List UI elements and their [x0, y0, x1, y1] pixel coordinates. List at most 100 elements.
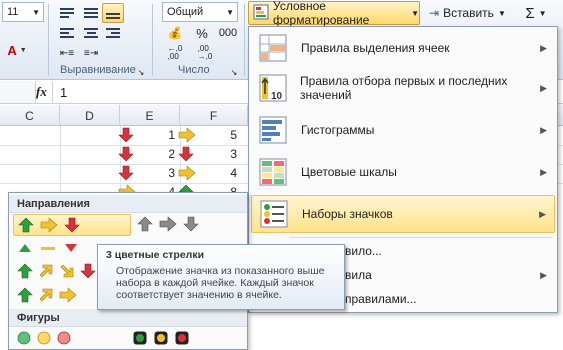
menu-item-label: Гистограммы	[301, 123, 375, 137]
increase-decimal-icon: ←,0,00	[167, 44, 183, 61]
menu-item-label: Правила отбора первых и последних значен…	[300, 74, 508, 102]
align-top-icon	[60, 8, 74, 18]
chevron-right-icon: ▶	[539, 208, 546, 219]
formula-input[interactable]: 1	[60, 85, 67, 100]
section-header-directions: Направления	[9, 195, 247, 213]
number-group-label: Число	[178, 64, 210, 76]
traffic-light-green-icon	[133, 331, 147, 348]
increase-indent-button[interactable]: ≡⇥	[80, 44, 102, 62]
align-middle-icon	[84, 8, 98, 18]
arrow-down-red-icon	[118, 127, 134, 146]
top-bottom-rules-icon: 10	[255, 70, 290, 106]
insert-button[interactable]: ⇥ Вставить ▼	[428, 3, 506, 23]
font-size-select[interactable]: 11 ▼	[2, 2, 44, 22]
menu-item-top-bottom-rules[interactable]: 10 Правила отбора первых и последних зна…	[251, 69, 555, 107]
chevron-right-icon: ▶	[540, 269, 547, 280]
arrow-up-green-icon	[18, 217, 34, 236]
increase-indent-icon: ≡⇥	[83, 47, 99, 59]
menu-item-icon-sets[interactable]: Наборы значков ▶	[251, 195, 555, 233]
arrow-up-right-yellow-icon	[38, 263, 54, 282]
icon-set-3-traffic-lights[interactable]	[13, 329, 93, 349]
icon-set-3-gray-arrows[interactable]	[133, 214, 203, 236]
alignment-dialog-launcher[interactable]: ↘	[135, 66, 147, 78]
column-header-d[interactable]: D	[60, 105, 120, 126]
circle-green-icon	[17, 331, 31, 348]
arrow-right-yellow-icon	[40, 217, 58, 236]
insert-label: Вставить	[443, 6, 494, 20]
currency-format-button[interactable]: 💰	[162, 24, 188, 42]
number-dialog-launcher[interactable]: ↘	[228, 66, 240, 78]
traffic-light-red-icon	[175, 331, 189, 348]
arrow-right-yellow-icon	[178, 165, 196, 184]
decrease-decimal-icon: ,00 →,0	[197, 44, 213, 61]
arrow-right-gray-icon	[159, 216, 177, 235]
triangle-up-green-icon	[17, 240, 33, 259]
tooltip-title: 3 цветные стрелки	[106, 249, 205, 261]
align-right-button[interactable]	[102, 24, 124, 42]
autosum-button[interactable]: Σ ▼	[518, 3, 554, 23]
decrease-decimal-button[interactable]: ,00 →,0	[192, 44, 218, 62]
align-right-icon	[106, 28, 120, 38]
tooltip-body: Отображение значка из показанного выше н…	[116, 265, 325, 301]
cell-e-value[interactable]: 3	[153, 166, 175, 180]
traffic-light-yellow-icon	[154, 331, 168, 348]
align-middle-button[interactable]	[80, 3, 102, 23]
cell-f-value[interactable]: 4	[215, 166, 237, 180]
color-scales-icon	[255, 154, 291, 190]
menu-item-label: Правила выделения ячеек	[301, 41, 450, 55]
menu-item-color-scales[interactable]: Цветовые шкалы ▶	[251, 153, 555, 191]
arrow-up-green-icon	[17, 287, 33, 306]
arrow-right-yellow-icon	[59, 287, 77, 306]
menu-item-label: Наборы значков	[302, 207, 393, 221]
highlight-cells-icon	[255, 30, 291, 66]
chevron-right-icon: ▶	[540, 82, 547, 93]
conditional-formatting-label: Условное форматирование	[273, 0, 370, 27]
cell-e-value[interactable]: 2	[153, 147, 175, 161]
triangle-down-red-icon	[63, 240, 79, 259]
cell-e-value[interactable]: 1	[153, 128, 175, 142]
align-bottom-button[interactable]	[102, 3, 124, 23]
column-header-f[interactable]: F	[180, 105, 248, 126]
align-left-button[interactable]	[56, 24, 78, 42]
conditional-formatting-icon	[253, 4, 269, 23]
align-bottom-icon	[106, 13, 120, 19]
percent-icon: %	[196, 25, 208, 41]
icon-set-3-traffic-lights-rimmed[interactable]	[129, 329, 209, 349]
circle-yellow-icon	[37, 331, 51, 348]
menu-item-data-bars[interactable]: Гистограммы ▶	[251, 111, 555, 149]
column-header-c[interactable]: C	[0, 105, 60, 126]
column-header-e[interactable]: E	[120, 105, 180, 126]
align-center-button[interactable]	[80, 24, 102, 42]
menu-item-highlight-cells-rules[interactable]: Правила выделения ячеек ▶	[251, 29, 555, 67]
comma-style-label: 000	[218, 27, 238, 39]
font-color-button[interactable]: A ▼	[2, 38, 32, 62]
menu-item-label: вило...	[345, 244, 382, 258]
conditional-formatting-button[interactable]: Условное форматирование ▼	[248, 0, 420, 27]
percent-button[interactable]: %	[192, 24, 212, 42]
circle-red-icon	[57, 331, 71, 348]
thousands-separator-button[interactable]: 000	[214, 24, 242, 42]
arrow-down-gray-icon	[183, 216, 199, 235]
align-top-button[interactable]	[56, 3, 78, 23]
chevron-down-icon: ▼	[497, 8, 506, 18]
insert-function-icon[interactable]: fx	[36, 84, 47, 100]
icon-set-3-colored-arrows[interactable]	[13, 214, 131, 236]
icon-sets-icon	[256, 196, 292, 232]
chevron-down-icon: ▼	[32, 7, 40, 17]
number-format-select[interactable]: Общий ▼	[162, 2, 238, 22]
cell-f-value[interactable]: 3	[215, 147, 237, 161]
chevron-right-icon: ▶	[540, 124, 547, 135]
increase-decimal-button[interactable]: ←,0,00	[162, 44, 188, 62]
arrow-up-gray-icon	[137, 216, 153, 235]
decrease-indent-button[interactable]: ⇤≡	[56, 44, 78, 62]
arrow-down-red-icon	[118, 146, 134, 165]
icon-set-tooltip: 3 цветные стрелки Отображение значка из …	[97, 244, 345, 310]
arrow-up-right-yellow-icon	[38, 287, 54, 306]
arrow-down-red-icon	[118, 165, 134, 184]
arrow-down-red-icon	[178, 146, 194, 165]
arrow-down-red-icon	[80, 263, 96, 282]
arrow-down-right-yellow-icon	[59, 263, 75, 282]
cell-f-value[interactable]: 5	[215, 128, 237, 142]
dash-yellow-icon	[39, 240, 57, 259]
arrow-down-red-icon	[64, 217, 80, 236]
